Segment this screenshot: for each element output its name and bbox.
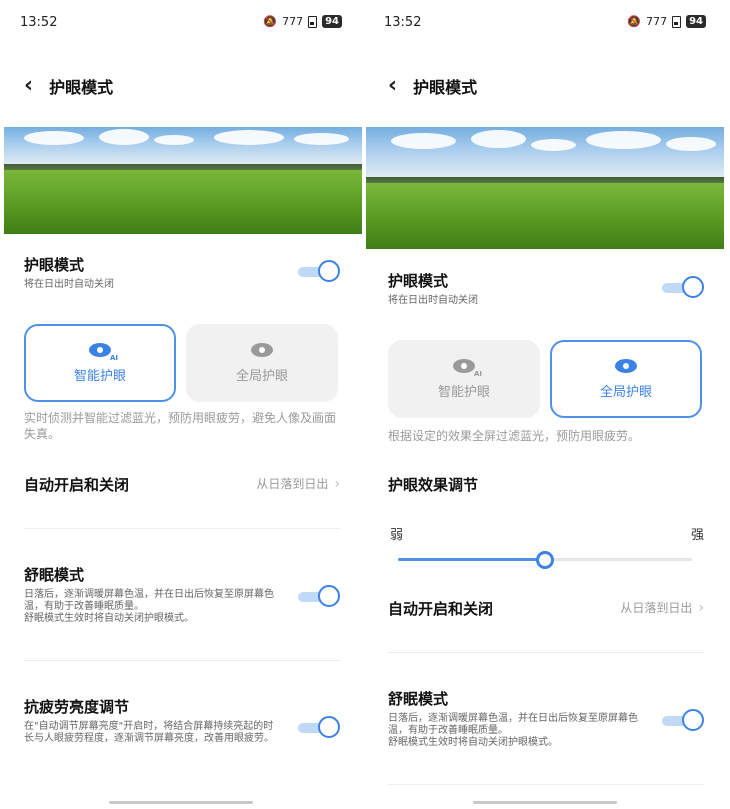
status-time: 13:52 bbox=[384, 15, 422, 30]
effect-slider[interactable] bbox=[398, 551, 692, 569]
hero-image bbox=[4, 127, 362, 234]
sleep-title: 舒眠模式 bbox=[388, 690, 449, 708]
auto-value: 从日落到日出 › bbox=[256, 476, 340, 492]
home-indicator[interactable] bbox=[473, 801, 617, 804]
status-time: 13:52 bbox=[20, 15, 58, 30]
mode-description: 实时侦测并智能过滤蓝光，预防用眼疲劳，避免人像及画面失真。 bbox=[24, 411, 337, 441]
sleep-row: 舒眠模式 日落后，逐渐调暖屏幕色温，并在日出后恢复至原屏幕色温，有助于改善睡眠质… bbox=[388, 688, 704, 748]
anti-fatigue-toggle[interactable] bbox=[298, 716, 340, 738]
eye-mode-title: 护眼模式 bbox=[24, 256, 85, 274]
sim-icon bbox=[308, 15, 318, 28]
effect-title: 护眼效果调节 bbox=[388, 476, 479, 494]
page-title: 护眼模式 bbox=[49, 78, 114, 97]
eye-mode-toggle[interactable] bbox=[662, 276, 704, 298]
eye-ai-icon: AI bbox=[89, 342, 119, 362]
divider bbox=[388, 652, 704, 653]
eye-mode-title: 护眼模式 bbox=[388, 272, 449, 290]
anti-fatigue-row: 抗疲劳亮度调节 在"自动调节屏幕亮度"开启时，将结合屏幕持续亮起的时长与人眼疲劳… bbox=[24, 696, 340, 756]
global-eye-label: 全局护眼 bbox=[235, 368, 288, 384]
back-icon[interactable]: ‹ bbox=[388, 75, 397, 97]
auto-row[interactable]: 自动开启和关闭 从日落到日出 › bbox=[24, 474, 340, 496]
home-indicator[interactable] bbox=[109, 801, 253, 804]
eye-mode-subtitle: 将在日出时自动关闭 bbox=[388, 295, 478, 306]
smart-eye-label: 智能护眼 bbox=[437, 384, 490, 400]
sleep-toggle[interactable] bbox=[298, 585, 340, 607]
mode-cards: AI 智能护眼 全局护眼 bbox=[388, 340, 702, 418]
eye-mode-subtitle: 将在日出时自动关闭 bbox=[24, 279, 114, 290]
eye-ai-icon: AI bbox=[453, 358, 483, 378]
smart-eye-card[interactable]: AI 智能护眼 bbox=[24, 324, 176, 402]
global-eye-label: 全局护眼 bbox=[599, 384, 652, 400]
slider-thumb[interactable] bbox=[536, 551, 554, 569]
anti-fatigue-title: 抗疲劳亮度调节 bbox=[24, 698, 130, 716]
auto-value: 从日落到日出 › bbox=[620, 600, 704, 616]
eye-mode-row: 护眼模式 将在日出时自动关闭 bbox=[24, 254, 340, 294]
effect-row: 护眼效果调节 bbox=[388, 474, 704, 496]
mode-description: 根据设定的效果全屏过滤蓝光，预防用眼疲劳。 bbox=[388, 429, 641, 443]
auto-row[interactable]: 自动开启和关闭 从日落到日出 › bbox=[388, 598, 704, 620]
sim-icon bbox=[672, 15, 682, 28]
smart-eye-card[interactable]: AI 智能护眼 bbox=[388, 340, 540, 418]
signal-icon: 777 bbox=[282, 15, 304, 28]
right-screen: 13:52 🔕 777 94 ‹ 护眼模式 护眼模式 将在日出时自动关闭 AI … bbox=[364, 0, 726, 809]
divider bbox=[24, 660, 340, 661]
header: ‹ 护眼模式 bbox=[388, 74, 477, 98]
divider bbox=[388, 784, 704, 785]
eye-icon bbox=[615, 358, 637, 373]
slider-weak-label: 弱 bbox=[390, 528, 404, 543]
mute-icon: 🔕 bbox=[263, 15, 278, 28]
sleep-row: 舒眠模式 日落后，逐渐调暖屏幕色温，并在日出后恢复至原屏幕色温，有助于改善睡眠质… bbox=[24, 564, 340, 624]
divider bbox=[24, 528, 340, 529]
battery-icon: 94 bbox=[322, 15, 342, 28]
slider-strong-label: 强 bbox=[690, 528, 704, 543]
hero-image bbox=[366, 127, 724, 249]
sleep-title: 舒眠模式 bbox=[24, 566, 85, 584]
sleep-toggle[interactable] bbox=[662, 709, 704, 731]
eye-mode-toggle[interactable] bbox=[298, 260, 340, 282]
anti-fatigue-subtitle: 在"自动调节屏幕亮度"开启时，将结合屏幕持续亮起的时长与人眼疲劳程度，逐渐调节屏… bbox=[24, 721, 274, 744]
battery-icon: 94 bbox=[686, 15, 706, 28]
status-icons: 🔕 777 94 bbox=[263, 15, 342, 28]
back-icon[interactable]: ‹ bbox=[24, 75, 33, 97]
sleep-subtitle: 日落后，逐渐调暖屏幕色温，并在日出后恢复至原屏幕色温，有助于改善睡眠质量。 舒眠… bbox=[24, 589, 274, 624]
smart-eye-label: 智能护眼 bbox=[73, 368, 126, 384]
status-icons: 🔕 777 94 bbox=[627, 15, 706, 28]
chevron-right-icon: › bbox=[334, 476, 340, 492]
page-title: 护眼模式 bbox=[413, 78, 478, 97]
signal-icon: 777 bbox=[646, 15, 668, 28]
eye-icon bbox=[251, 342, 273, 357]
eye-mode-row: 护眼模式 将在日出时自动关闭 bbox=[388, 270, 704, 310]
global-eye-card[interactable]: 全局护眼 bbox=[186, 324, 338, 402]
header: ‹ 护眼模式 bbox=[24, 74, 113, 98]
left-screen: 13:52 🔕 777 94 ‹ 护眼模式 护眼模式 将在日出时自动关闭 AI … bbox=[0, 0, 362, 809]
mode-cards: AI 智能护眼 全局护眼 bbox=[24, 324, 338, 402]
mute-icon: 🔕 bbox=[627, 15, 642, 28]
sleep-subtitle: 日落后，逐渐调暖屏幕色温，并在日出后恢复至原屏幕色温，有助于改善睡眠质量。 舒眠… bbox=[388, 713, 638, 748]
chevron-right-icon: › bbox=[698, 600, 704, 616]
slider-fill bbox=[398, 558, 545, 561]
global-eye-card[interactable]: 全局护眼 bbox=[550, 340, 702, 418]
